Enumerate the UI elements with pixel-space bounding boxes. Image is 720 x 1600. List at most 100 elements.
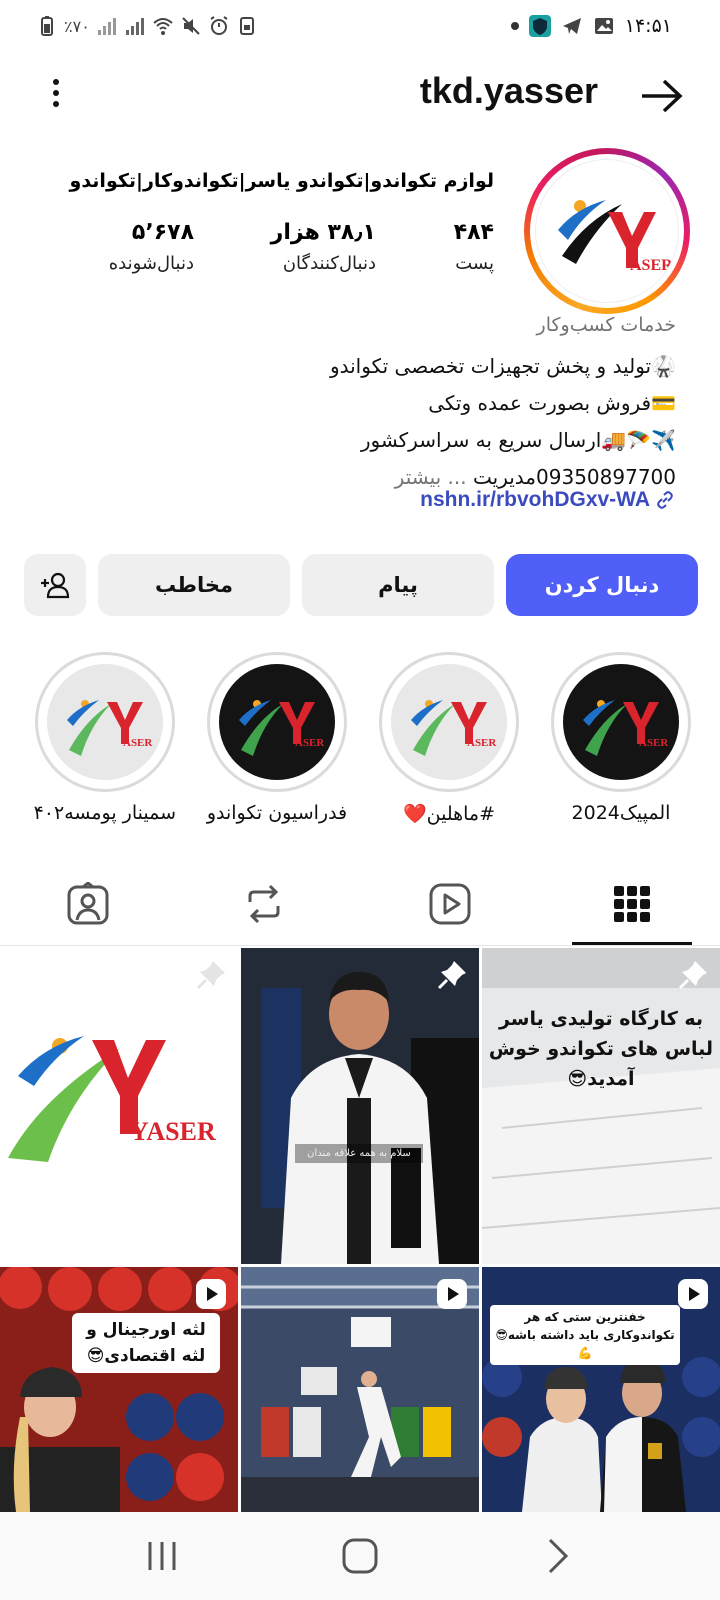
post-photo (482, 948, 720, 1264)
profile-bio: 🥋تولید و پخش تجهیزات تخصصی تکواندو 💳فروش… (76, 348, 676, 496)
pin-icon (678, 961, 707, 990)
stat-value: ۳۸٫۱ هزار (270, 220, 376, 245)
profile-tabs (0, 860, 720, 946)
status-left: ٪۷۰ (36, 12, 258, 40)
battery-icon (41, 16, 53, 36)
post-tile[interactable]: به کارگاه تولیدی یاسر لباس های تکواندو خ… (482, 948, 720, 1264)
system-navbar (0, 1512, 720, 1600)
stat-value: ۵٬۶۷۸ (131, 220, 194, 245)
follow-button[interactable]: دنبال کردن (506, 554, 698, 616)
tab-reposts[interactable] (234, 874, 294, 934)
bio-line: 💳فروش بصورت عمده وتکی (428, 391, 676, 415)
svg-text:ASER: ASER (123, 737, 153, 749)
tab-reels[interactable] (420, 874, 480, 934)
more-options-icon[interactable] (44, 74, 68, 116)
profile-header: tkd.yasser (0, 60, 720, 130)
stat-followers[interactable]: ۳۸٫۱ هزار دنبال‌کنندگان (271, 220, 376, 274)
post-caption: به کارگاه تولیدی یاسر لباس های تکواندو خ… (488, 1008, 714, 1090)
back-arrow-icon[interactable] (638, 76, 684, 116)
highlight-item[interactable]: ASER #ماهلین❤️ (378, 652, 520, 825)
back-icon[interactable] (536, 1534, 580, 1578)
post-tile[interactable]: لثه اورجینال و لثه اقتصادی😎 (0, 1267, 238, 1512)
highlight-item[interactable]: ASER سمینار پومسه۴۰۲ (34, 652, 176, 824)
vpn-shield-icon (528, 15, 551, 37)
alarm-icon (210, 16, 228, 35)
battery-percent: ٪۷۰ (64, 16, 90, 36)
link-icon (657, 491, 673, 509)
message-button[interactable]: پیام (302, 554, 494, 616)
stat-posts[interactable]: ۴۸۴ پست (454, 220, 494, 274)
lock-file-icon (239, 17, 254, 35)
bio-line: 09350897700مدیریت (472, 465, 676, 489)
mute-icon (182, 17, 200, 35)
posts-grid: YASER سلام به همه علاقه مندان به کارگاه … (0, 948, 720, 1512)
stat-label: پست (455, 253, 494, 274)
signal-icon-2 (125, 18, 144, 35)
svg-text:ASER: ASER (467, 737, 497, 749)
post-photo (241, 948, 479, 1264)
telegram-icon (562, 18, 581, 34)
stat-following[interactable]: ۵٬۶۷۸ دنبال‌شونده (109, 220, 194, 274)
tab-tagged[interactable] (58, 874, 118, 934)
svg-text:ASER: ASER (630, 257, 673, 274)
logo-text: YASER (130, 1117, 216, 1146)
highlight-cover: ASER (219, 664, 335, 780)
highlight-label: #ماهلین❤️ (402, 803, 496, 825)
highlight-label: سمینار پومسه۴۰۲ (33, 802, 176, 824)
bio-link-text: nshn.ir/rbvohDGxv-WA (420, 488, 650, 511)
post-tile[interactable]: خفنترین ستی که هر تکواندوکاری باید داشته… (482, 1267, 720, 1512)
status-bar: ٪۷۰ ۱۴:۵۱ (0, 0, 720, 52)
bio-more-link[interactable]: ... بیشتر (395, 465, 467, 489)
status-right: ۱۴:۵۱ (510, 12, 672, 40)
bio-line: 🥋تولید و پخش تجهیزات تخصصی تکواندو (329, 354, 676, 378)
profile-avatar[interactable]: ASER (524, 148, 690, 314)
reel-icon (196, 1279, 226, 1309)
home-icon[interactable] (338, 1534, 382, 1578)
reels-icon (429, 883, 471, 925)
post-tile[interactable]: YASER (0, 948, 238, 1264)
reel-icon (678, 1279, 708, 1309)
post-tile[interactable] (241, 1267, 479, 1512)
notification-dot-icon (510, 22, 519, 30)
stat-label: دنبال‌کنندگان (282, 253, 376, 274)
highlight-item[interactable]: ASER فدراسیون تکواندو (206, 652, 348, 824)
add-user-icon (41, 572, 70, 599)
highlight-label: المپیک2024 (571, 802, 671, 824)
reposts-icon (248, 884, 280, 924)
highlight-item[interactable]: ASER المپیک2024 (550, 652, 692, 824)
recent-apps-icon[interactable] (140, 1534, 184, 1578)
wifi-icon (153, 18, 173, 35)
yaser-logo: YASER (8, 1036, 216, 1162)
post-caption: سلام به همه علاقه مندان (295, 1144, 423, 1163)
tagged-icon (67, 882, 109, 925)
profile-stats: ۴۸۴ پست ۳۸٫۱ هزار دنبال‌کنندگان ۵٬۶۷۸ دن… (74, 220, 494, 290)
username-title: tkd.yasser (419, 70, 598, 111)
post-caption: خفنترین ستی که هر تکواندوکاری باید داشته… (490, 1305, 680, 1365)
highlight-label: فدراسیون تکواندو (206, 802, 348, 824)
stat-label: دنبال‌شونده (108, 253, 194, 274)
gallery-icon (594, 18, 613, 34)
grid-icon (614, 886, 650, 922)
display-name: لوازم تکواندو|تکواندو یاسر|تکواندوکار|تک… (69, 170, 494, 192)
svg-text:ASER: ASER (295, 737, 325, 749)
pin-icon (196, 961, 225, 990)
highlight-cover: ASER (563, 664, 679, 780)
signal-icon (97, 18, 116, 35)
bio-link[interactable]: nshn.ir/rbvohDGxv-WA (420, 488, 676, 512)
reel-icon (437, 1279, 467, 1309)
post-tile[interactable]: سلام به همه علاقه مندان (241, 948, 479, 1264)
bio-line: ✈️🪂🚚ارسال سریع به سراسرکشور (360, 428, 676, 452)
suggest-users-button[interactable] (24, 554, 86, 616)
yaser-logo: ASER (535, 159, 679, 303)
contact-button[interactable]: مخاطب (98, 554, 290, 616)
profile-category: خدمات کسب‌وکار (536, 314, 676, 336)
tab-posts[interactable] (602, 874, 662, 934)
svg-text:ASER: ASER (639, 737, 669, 749)
highlight-cover: ASER (47, 664, 163, 780)
clock: ۱۴:۵۱ (624, 15, 672, 37)
pin-icon (437, 961, 466, 990)
highlight-cover: ASER (391, 664, 507, 780)
active-tab-indicator (572, 942, 692, 945)
post-caption: لثه اورجینال و لثه اقتصادی😎 (72, 1313, 220, 1373)
stat-value: ۴۸۴ (453, 220, 494, 245)
